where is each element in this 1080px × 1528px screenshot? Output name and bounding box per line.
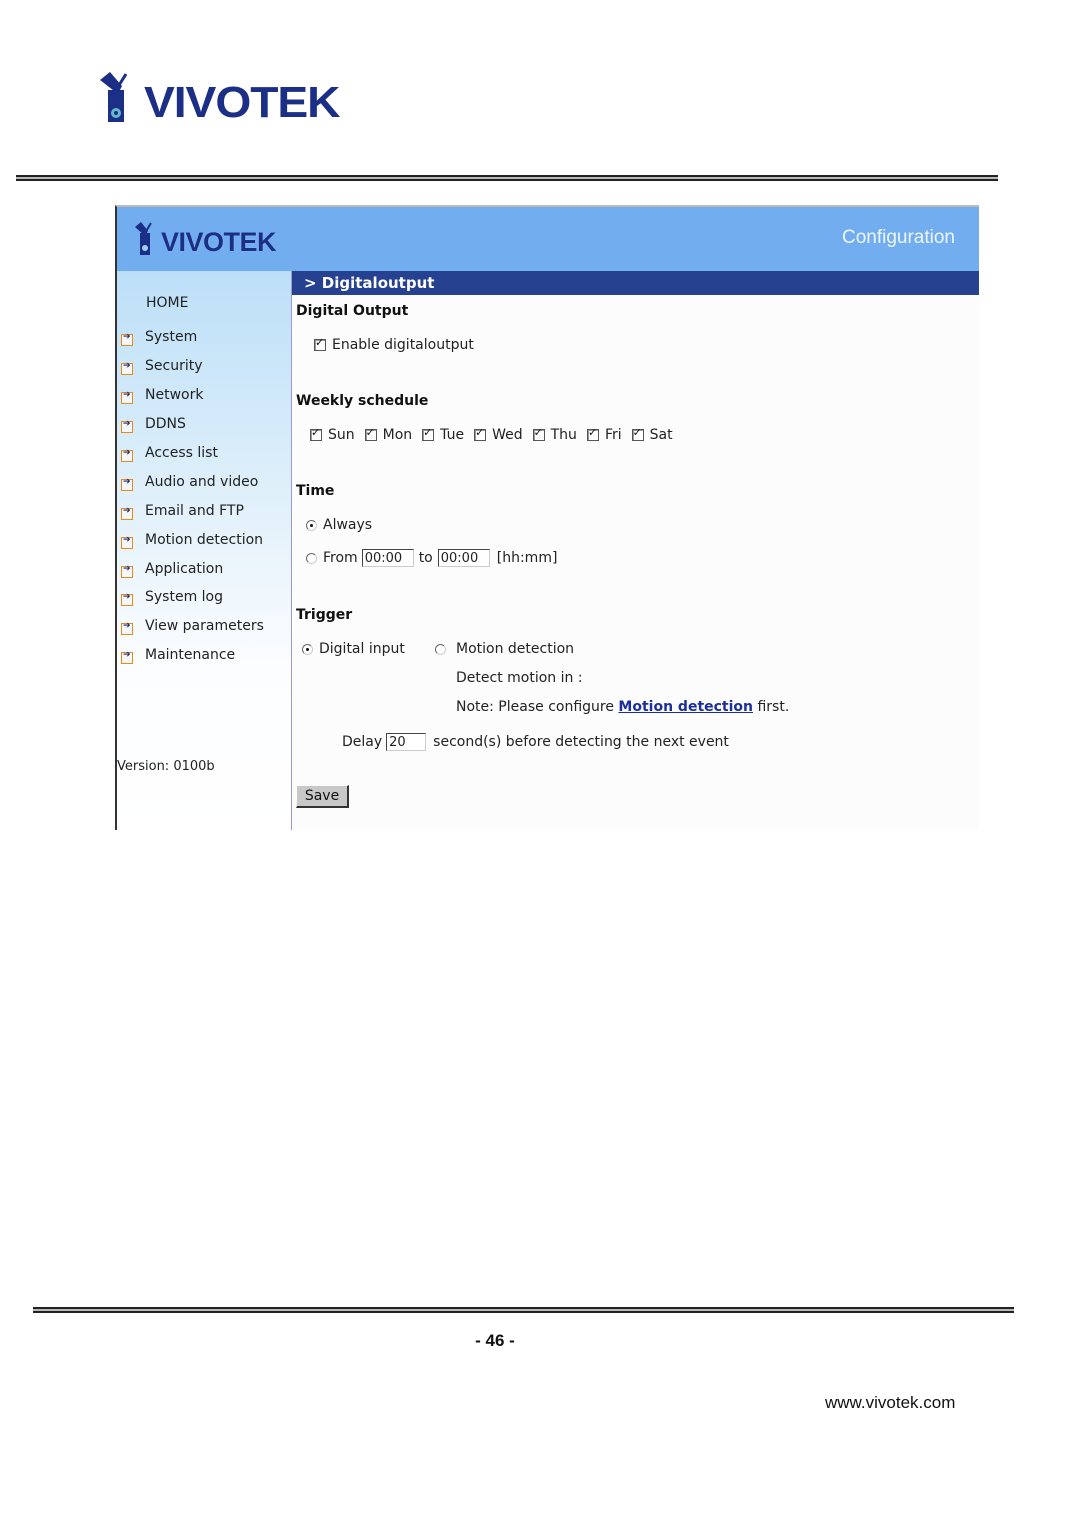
- time-from-label: From: [323, 550, 358, 566]
- app-header: VIVOTEK Configuration: [117, 207, 979, 271]
- time-to-input[interactable]: [437, 549, 490, 567]
- day-tue-checkbox[interactable]: [422, 426, 435, 441]
- trigger-digital-input-radio[interactable]: [302, 643, 313, 655]
- config-screenshot: VIVOTEK Configuration HOME System Securi…: [115, 205, 979, 830]
- day-sat: Sat: [631, 426, 673, 443]
- arrow-right-icon: [121, 535, 133, 549]
- sidebar-item-view-parameters[interactable]: View parameters: [121, 612, 264, 641]
- sidebar: HOME System Security Network DDNS Access…: [117, 271, 291, 830]
- enable-digitaloutput-checkbox[interactable]: [314, 336, 326, 351]
- delay-suffix: second(s) before detecting the next even…: [433, 734, 729, 750]
- day-fri: Fri: [586, 426, 622, 443]
- delay-row: Delay second(s) before detecting the nex…: [342, 733, 729, 751]
- trigger-motion-row: Motion detection: [435, 641, 574, 657]
- digital-output-form: Digital Output Enable digitaloutput Week…: [292, 295, 979, 830]
- save-button[interactable]: Save: [296, 785, 349, 808]
- sidebar-item-system[interactable]: System: [121, 323, 264, 352]
- arrow-right-icon: [121, 477, 133, 491]
- trigger-motion-radio[interactable]: [435, 643, 446, 655]
- time-always-radio[interactable]: [306, 519, 317, 531]
- arrow-right-icon: [121, 564, 133, 578]
- website-url: www.vivotek.com: [825, 1393, 956, 1412]
- arrow-right-icon: [121, 448, 133, 462]
- sidebar-home-link[interactable]: HOME: [146, 295, 188, 311]
- arrow-right-icon: [121, 592, 133, 607]
- page-number: - 46 -: [475, 1331, 515, 1350]
- day-wed: Wed: [474, 426, 523, 443]
- brand-wordmark: VIVOTEK: [144, 78, 341, 127]
- detect-motion-in-label: Detect motion in :: [456, 670, 583, 686]
- arrow-right-icon: [121, 650, 133, 665]
- day-wed-checkbox[interactable]: [474, 426, 487, 441]
- enable-digitaloutput-row: Enable digitaloutput: [314, 336, 474, 353]
- arrow-right-icon: [121, 621, 133, 636]
- weekday-checkboxes: Sun Mon Tue Wed Thu Fri Sat: [310, 426, 683, 443]
- header-double-rule: [16, 175, 998, 181]
- version-label: Version: 0100b: [117, 759, 215, 774]
- app-brand-wordmark: VIVOTEK: [161, 227, 277, 257]
- arrow-right-icon: [121, 506, 133, 520]
- motion-detection-link[interactable]: Motion detection: [618, 699, 753, 715]
- trigger-heading: Trigger: [296, 607, 353, 623]
- day-mon-checkbox[interactable]: [364, 426, 377, 441]
- trigger-digital-input-label: Digital input: [319, 641, 405, 657]
- app-logo: VIVOTEK: [133, 221, 293, 261]
- trigger-motion-label: Motion detection: [456, 641, 575, 657]
- camera-logo-icon: [100, 72, 128, 122]
- day-thu: Thu: [532, 426, 577, 443]
- sidebar-item-system-log[interactable]: System log: [121, 583, 264, 612]
- day-tue: Tue: [422, 426, 464, 443]
- sidebar-item-maintenance[interactable]: Maintenance: [121, 641, 264, 670]
- sidebar-item-email-ftp[interactable]: Email and FTP: [121, 496, 264, 525]
- day-thu-checkbox[interactable]: [532, 426, 545, 441]
- day-mon: Mon: [364, 426, 412, 443]
- time-from-input[interactable]: [361, 549, 414, 567]
- motion-note: Note: Please configure Motion detection …: [456, 699, 790, 715]
- configuration-title: Configuration: [841, 227, 955, 248]
- trigger-digital-input-row: Digital input: [302, 641, 405, 657]
- arrow-right-icon: [121, 390, 133, 405]
- day-fri-checkbox[interactable]: [586, 426, 599, 441]
- sidebar-item-security[interactable]: Security: [121, 352, 264, 381]
- section-title-bar: > Digitaloutput: [292, 271, 979, 295]
- sidebar-item-ddns[interactable]: DDNS: [121, 410, 264, 439]
- time-from-radio[interactable]: [306, 552, 317, 564]
- sidebar-item-network[interactable]: Network: [121, 381, 264, 410]
- sidebar-item-audio-video[interactable]: Audio and video: [121, 467, 264, 496]
- footer-double-rule: [33, 1307, 1014, 1313]
- day-sat-checkbox[interactable]: [631, 426, 644, 441]
- sidebar-nav: System Security Network DDNS Access list…: [121, 323, 264, 670]
- sidebar-item-motion-detection[interactable]: Motion detection: [121, 525, 264, 554]
- time-range-row: From to [hh:mm]: [306, 549, 557, 567]
- arrow-right-icon: [121, 361, 133, 376]
- delay-input[interactable]: [386, 733, 427, 751]
- digital-output-heading: Digital Output: [296, 303, 409, 319]
- weekly-schedule-heading: Weekly schedule: [296, 393, 429, 409]
- time-always-label: Always: [323, 517, 373, 533]
- time-always-row: Always: [306, 517, 372, 533]
- arrow-right-icon: [121, 332, 133, 347]
- sidebar-item-access-list[interactable]: Access list: [121, 439, 264, 468]
- arrow-right-icon: [121, 419, 133, 434]
- time-format-hint: [hh:mm]: [496, 550, 558, 566]
- camera-logo-icon: [135, 222, 152, 255]
- vivotek-logo: VIVOTEK: [96, 70, 341, 128]
- day-sun: Sun: [310, 426, 355, 443]
- delay-label: Delay: [342, 734, 383, 750]
- time-to-label: to: [418, 550, 433, 566]
- enable-digitaloutput-label: Enable digitaloutput: [332, 337, 474, 353]
- day-sun-checkbox[interactable]: [310, 426, 322, 441]
- sidebar-item-application[interactable]: Application: [121, 554, 264, 583]
- time-heading: Time: [296, 483, 335, 499]
